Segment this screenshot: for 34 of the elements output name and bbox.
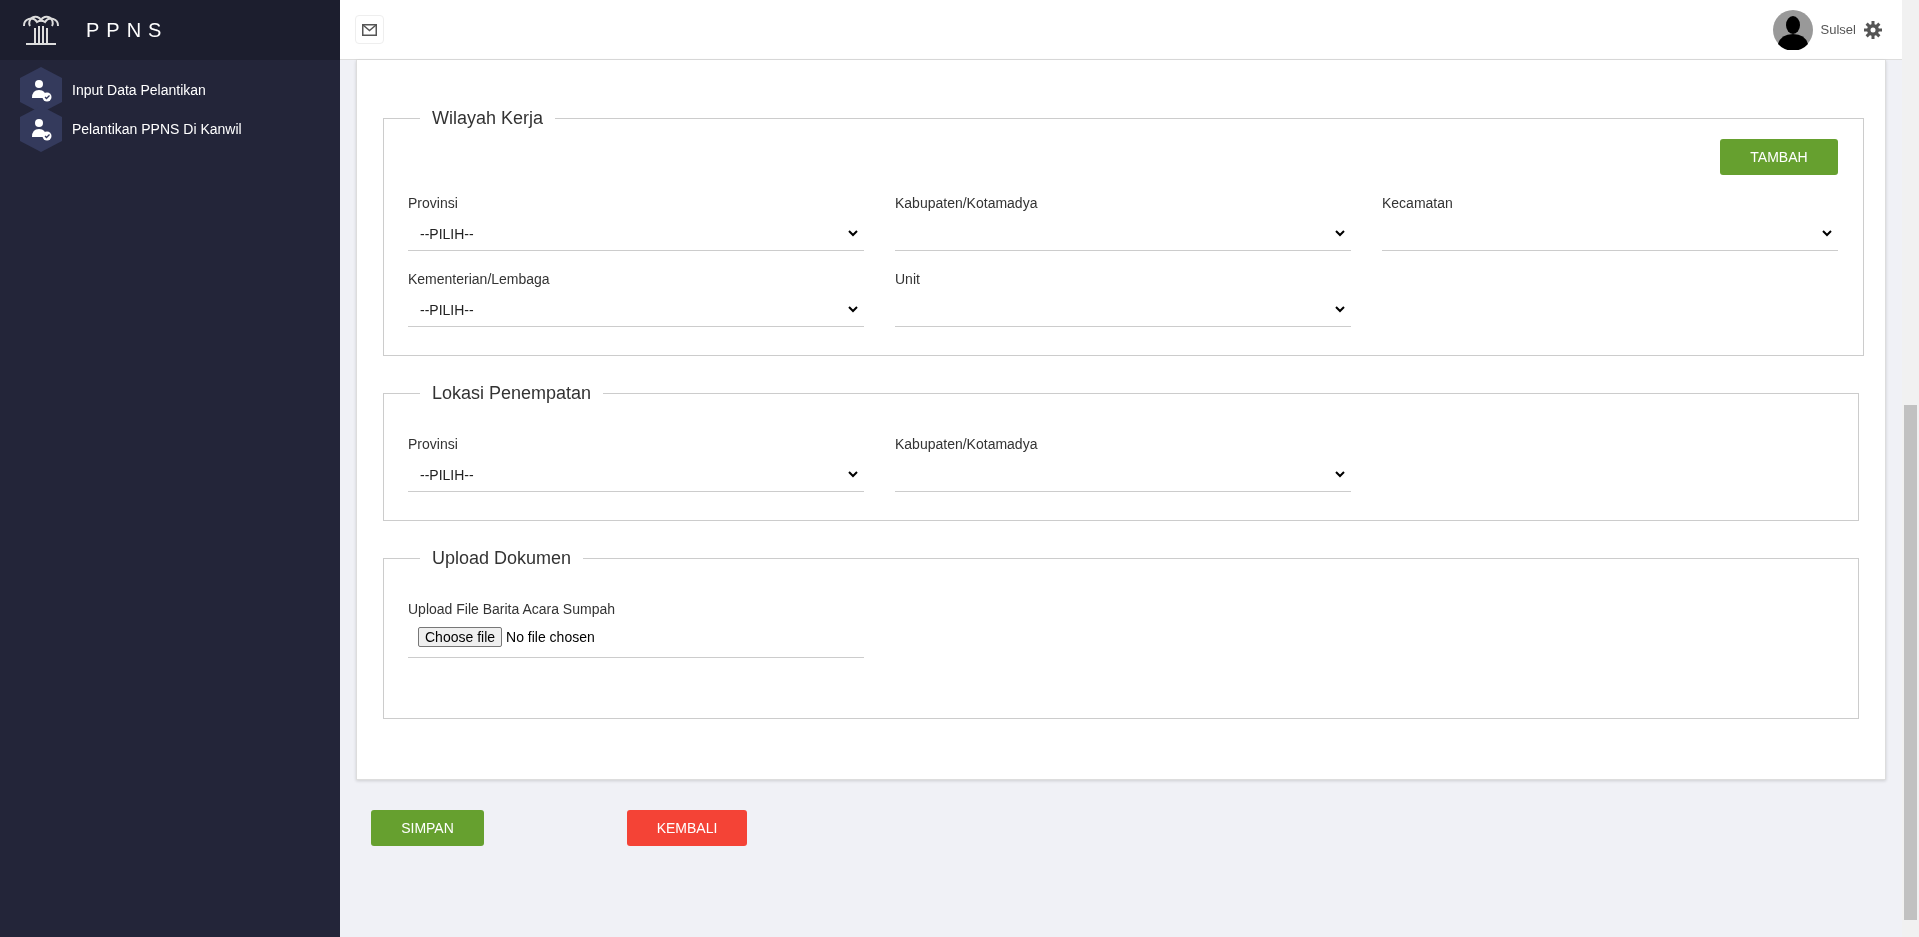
select-field[interactable]: --PILIH--: [408, 458, 864, 492]
envelope-icon: [362, 23, 377, 36]
user-name: Sulsel: [1820, 22, 1856, 37]
field-label: Kabupaten/Kotamadya: [895, 436, 1039, 452]
sidebar-item[interactable]: Pelantikan PPNS Di Kanwil: [0, 109, 340, 148]
field-label: Kecamatan: [1382, 195, 1454, 211]
chevron-down-icon: [1335, 230, 1345, 237]
file-status: No file chosen: [506, 629, 595, 645]
action-button[interactable]: KEMBALI: [627, 810, 747, 846]
tree-logo-icon: [20, 14, 62, 46]
section-title: Wilayah Kerja: [431, 108, 545, 129]
chevron-down-icon: [848, 306, 858, 313]
section-title: Lokasi Penempatan: [431, 383, 593, 404]
sidebar-item[interactable]: Input Data Pelantikan: [0, 70, 340, 109]
select-field[interactable]: --PILIH--: [408, 217, 864, 251]
avatar-icon[interactable]: [1772, 9, 1813, 50]
chevron-down-icon: [848, 230, 858, 237]
chevron-down-icon: [1822, 230, 1832, 237]
field-label: Kabupaten/Kotamadya: [895, 195, 1039, 211]
choose-file-button[interactable]: Choose file: [418, 627, 503, 647]
field-label: Upload File Barita Acara Sumpah: [408, 601, 616, 617]
chevron-down-icon: [1335, 306, 1345, 313]
chevron-down-icon: [848, 471, 858, 478]
scrollbar[interactable]: [1902, 0, 1919, 937]
field-label: Kementerian/Lembaga: [408, 271, 551, 287]
brand-title: PPNS: [86, 18, 169, 42]
mail-button[interactable]: [355, 15, 384, 44]
select-field[interactable]: --PILIH--: [408, 293, 864, 327]
settings-icon[interactable]: [1864, 20, 1882, 39]
field-label: Provinsi: [408, 436, 459, 452]
chevron-down-icon: [1335, 471, 1345, 478]
field-label: Unit: [895, 271, 921, 287]
field-label: Provinsi: [408, 195, 459, 211]
section-title: Upload Dokumen: [431, 548, 573, 569]
